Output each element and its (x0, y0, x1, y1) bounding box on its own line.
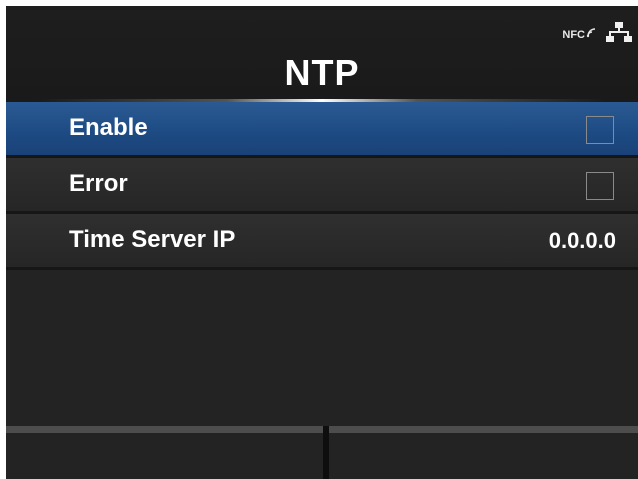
menu-item-time-server-ip[interactable]: Time Server IP 0.0.0.0 (6, 214, 638, 270)
status-icons: NFC (562, 22, 632, 47)
header-bar: NFC NTP (6, 6, 638, 102)
menu-item-label: Time Server IP (69, 226, 236, 253)
footer-bar (6, 426, 638, 479)
menu-item-label: Enable (69, 114, 148, 141)
footer-left-button[interactable] (6, 426, 323, 479)
enable-checkbox[interactable] (586, 116, 614, 144)
network-icon (606, 22, 632, 47)
error-checkbox[interactable] (586, 172, 614, 200)
menu-item-enable[interactable]: Enable (6, 102, 638, 158)
printer-screen: NFC NTP Enable Error Time Server IP 0.0.… (6, 6, 638, 479)
menu-list: Enable Error Time Server IP 0.0.0.0 (6, 102, 638, 270)
time-server-ip-value: 0.0.0.0 (548, 228, 616, 253)
page-title: NTP (284, 52, 360, 93)
menu-item-error[interactable]: Error (6, 158, 638, 214)
nfc-label: NFC (562, 28, 585, 41)
menu-item-label: Error (69, 170, 128, 197)
nfc-icon: NFC (562, 27, 598, 41)
footer-right-button[interactable] (329, 426, 638, 479)
